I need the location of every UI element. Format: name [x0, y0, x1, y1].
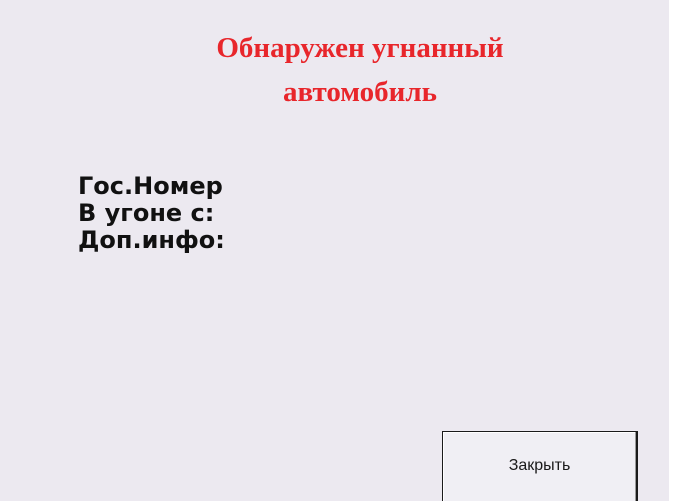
- alert-title: Обнаружен угнанный автомобиль: [0, 26, 675, 114]
- plate-number-label: Гос.Номер: [78, 172, 223, 200]
- window-edge: [669, 0, 675, 501]
- vehicle-info: Гос.Номер В угоне с: Доп.инфо:: [78, 173, 225, 254]
- stolen-car-dialog: Обнаружен угнанный автомобиль Гос.Номер …: [0, 0, 669, 501]
- extra-info-label: Доп.инфо:: [78, 226, 225, 254]
- alert-title-line-2: автомобиль: [283, 76, 437, 108]
- alert-title-line-1: Обнаружен угнанный: [216, 32, 504, 64]
- stolen-since-label: В угоне с:: [78, 199, 215, 227]
- close-button[interactable]: Закрыть: [442, 431, 638, 501]
